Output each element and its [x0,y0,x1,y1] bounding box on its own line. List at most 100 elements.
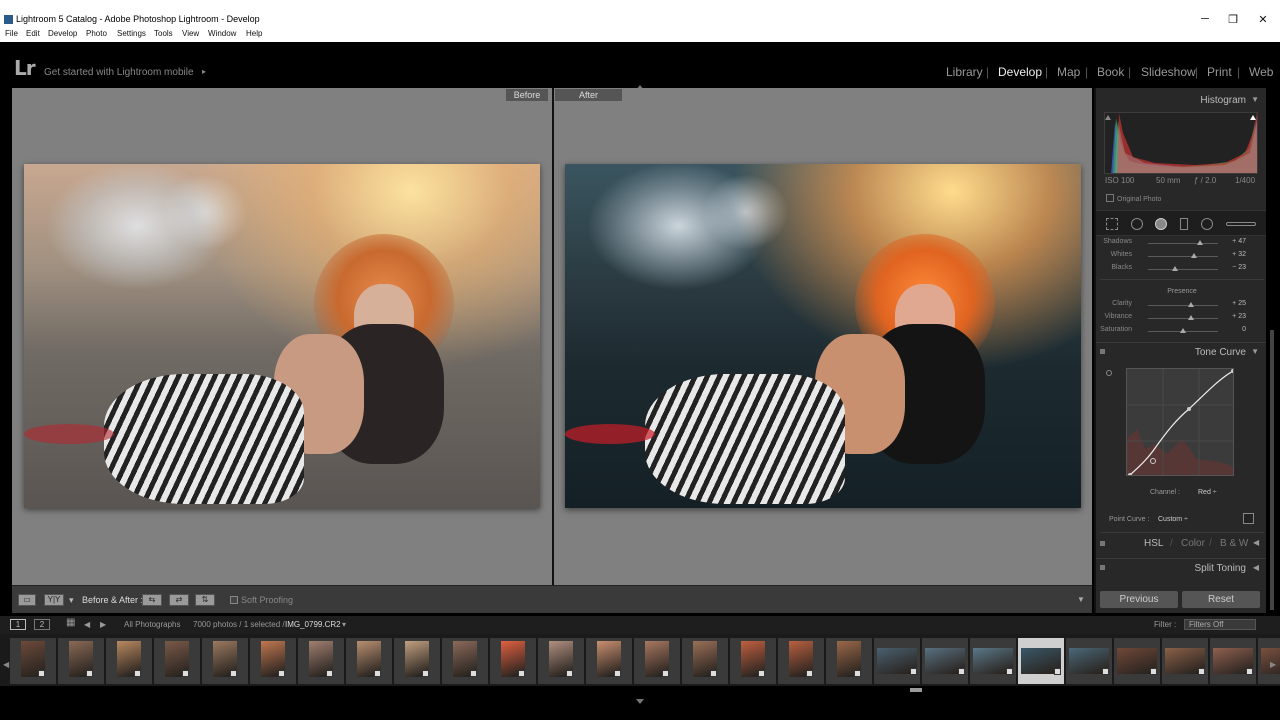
menu-file[interactable]: File [5,29,18,38]
menu-develop[interactable]: Develop [48,29,77,38]
original-photo-checkbox[interactable]: Original Photo [1106,194,1161,203]
soft-proofing-label[interactable]: Soft Proofing [241,595,293,605]
right-panel-scrollbar[interactable] [1266,88,1280,613]
panel-switch-icon[interactable] [1100,349,1105,354]
filmstrip-thumbnail[interactable] [1162,638,1208,684]
menu-window[interactable]: Window [208,29,236,38]
split-toning-header[interactable]: Split Toning ◀ [1096,558,1268,576]
filmstrip-thumbnail[interactable] [730,638,776,684]
menu-settings[interactable]: Settings [117,29,146,38]
hsl-tab[interactable]: HSL [1144,538,1163,549]
after-photo[interactable] [565,164,1081,508]
main-window-button[interactable]: 1 [10,619,26,630]
filmstrip-thumbnail[interactable] [970,638,1016,684]
filmstrip-right-arrow-icon[interactable]: ▶ [1270,660,1276,669]
tone-curve-header[interactable]: Tone Curve ▼ [1096,342,1268,360]
color-tab[interactable]: Color [1181,538,1205,549]
slider-value[interactable]: 0 [1216,326,1246,333]
menu-photo[interactable]: Photo [86,29,107,38]
module-slideshow[interactable]: Slideshow [1141,65,1196,79]
slider-vibrance[interactable]: Vibrance + 23 [1096,313,1268,325]
histogram-header[interactable]: Histogram ▼ [1096,91,1268,109]
module-web[interactable]: Web [1249,65,1273,79]
tone-curve-graph[interactable] [1126,368,1234,476]
targeted-adjustment-icon[interactable] [1106,370,1112,376]
slider-knob[interactable] [1171,266,1178,271]
before-after-view-button[interactable]: Y|Y [44,594,64,606]
filmstrip-thumbnail[interactable] [106,638,152,684]
menu-tools[interactable]: Tools [154,29,173,38]
source-label[interactable]: All Photographs [124,620,180,629]
back-arrow-icon[interactable]: ◀ [84,620,90,629]
minimize-button[interactable]: ─ [1190,13,1220,25]
slider-knob[interactable] [1187,315,1194,320]
module-print[interactable]: Print [1207,65,1232,79]
module-library[interactable]: Library [946,65,983,79]
slider-value[interactable]: + 23 [1216,313,1246,320]
copy-before-to-after-button[interactable]: ⇆ [142,594,162,606]
filmstrip-thumbnail[interactable] [154,638,200,684]
filmstrip-thumbnail[interactable] [1210,638,1256,684]
slider-track[interactable] [1148,269,1218,270]
histogram-chart[interactable] [1104,112,1258,174]
module-develop[interactable]: Develop [998,65,1042,79]
hsl-color-bw-header[interactable]: HSL / Color / B & W ◀ [1096,535,1268,553]
filmstrip-left-arrow-icon[interactable]: ◀ [3,660,9,669]
scrollbar-thumb[interactable] [1270,330,1274,610]
swap-before-after-button[interactable]: ⇅ [195,594,215,606]
menu-edit[interactable]: Edit [26,29,40,38]
close-button[interactable]: ✕ [1248,13,1278,26]
filmstrip-thumbnail[interactable] [586,638,632,684]
panel-switch-icon[interactable] [1100,541,1105,546]
slider-value[interactable]: + 32 [1216,251,1246,258]
toolbar-content-menu-icon[interactable]: ▼ [1077,595,1085,604]
slider-knob[interactable] [1180,328,1186,333]
point-curve-select[interactable]: Custom ÷ [1158,516,1188,523]
filmstrip-thumbnail[interactable] [682,638,728,684]
red-eye-icon[interactable] [1155,218,1167,230]
grid-view-icon[interactable]: ▦ [66,617,75,628]
channel-select[interactable]: Red ÷ [1198,489,1217,496]
spot-removal-icon[interactable] [1131,218,1143,230]
slider-track[interactable] [1148,318,1218,319]
maximize-button[interactable]: ❐ [1218,13,1248,26]
filmstrip-thumbnail[interactable] [1066,638,1112,684]
crop-overlay-icon[interactable] [1106,218,1118,230]
menu-help[interactable]: Help [246,29,262,38]
slider-value[interactable]: + 25 [1216,300,1246,307]
mobile-promo-link[interactable]: Get started with Lightroom mobile [44,67,194,78]
filmstrip-thumbnail[interactable] [394,638,440,684]
slider-saturation[interactable]: Saturation 0 [1096,326,1268,338]
soft-proofing-checkbox[interactable] [230,596,238,604]
selected-filename[interactable]: IMG_0799.CR2 [285,620,341,629]
secondary-window-button[interactable]: 2 [34,619,50,630]
previous-button[interactable]: Previous [1100,591,1178,608]
bw-tab[interactable]: B & W [1220,538,1248,549]
slider-knob[interactable] [1191,253,1198,258]
filmstrip-thumbnail[interactable] [442,638,488,684]
edit-point-curve-icon[interactable] [1243,513,1254,524]
radial-filter-icon[interactable] [1201,218,1213,230]
filmstrip-thumbnail[interactable] [874,638,920,684]
module-map[interactable]: Map [1057,65,1080,79]
copy-after-to-before-button[interactable]: ⇄ [169,594,189,606]
forward-arrow-icon[interactable]: ▶ [100,620,106,629]
filmstrip-toggle-icon[interactable] [636,699,644,704]
loupe-view-button[interactable]: ▭ [18,594,36,606]
before-photo[interactable] [24,164,540,508]
slider-track[interactable] [1148,305,1218,306]
filmstrip-thumbnail[interactable] [346,638,392,684]
slider-value[interactable]: − 23 [1216,264,1246,271]
filmstrip-thumbnail[interactable] [922,638,968,684]
mobile-promo-arrow-icon[interactable]: ▸ [202,67,206,76]
slider-clarity[interactable]: Clarity + 25 [1096,300,1268,312]
filmstrip-thumbnail[interactable] [778,638,824,684]
filmstrip-thumbnail[interactable] [250,638,296,684]
slider-value[interactable]: + 47 [1216,238,1246,245]
filmstrip-thumbnail[interactable] [58,638,104,684]
slider-whites[interactable]: Whites + 32 [1096,251,1268,263]
filmstrip-scroll-thumb[interactable] [910,688,922,692]
filmstrip-thumbnail[interactable] [826,638,872,684]
slider-track[interactable] [1148,243,1218,244]
slider-shadows[interactable]: Shadows + 47 [1096,238,1268,250]
